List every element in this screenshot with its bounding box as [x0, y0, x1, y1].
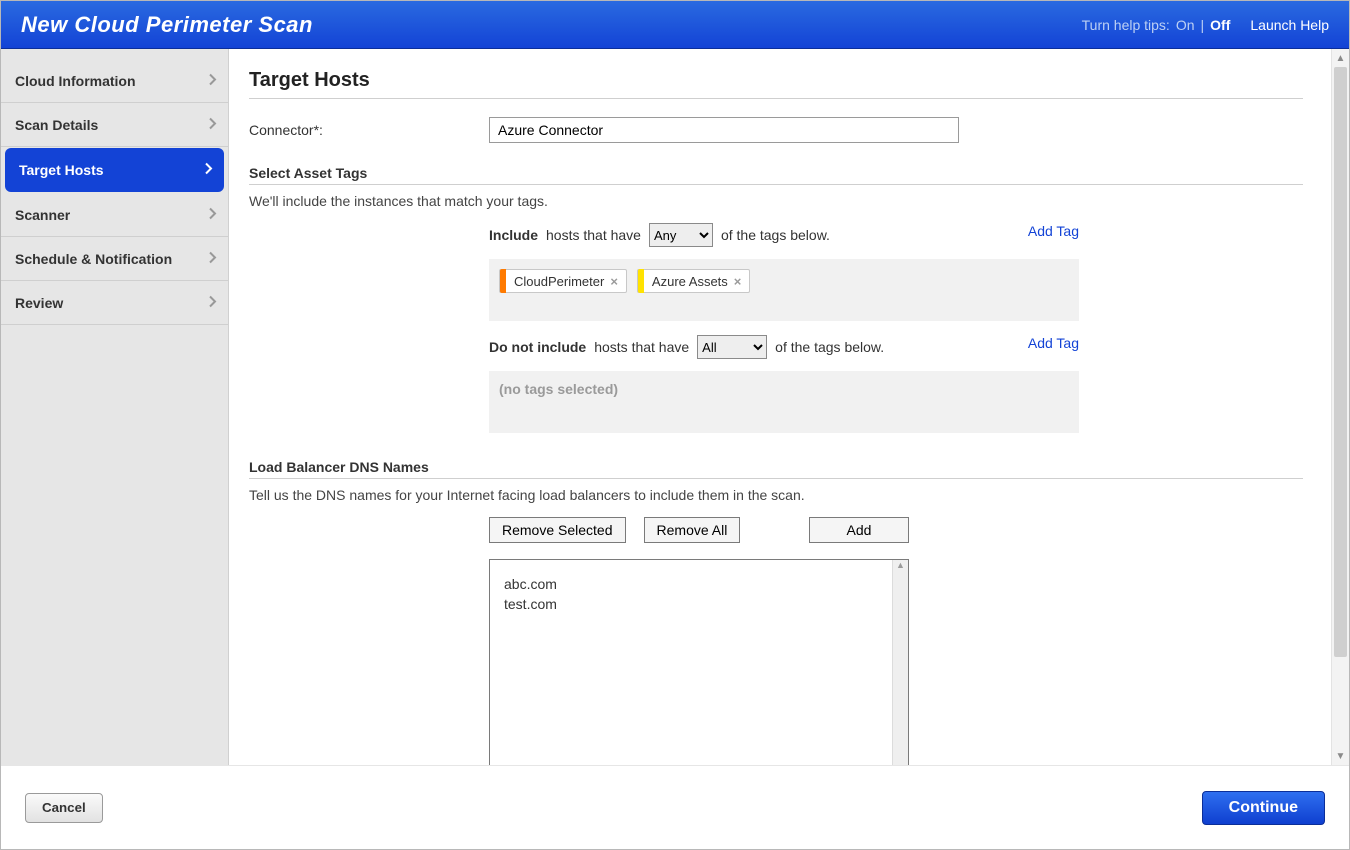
exclude-prefix-rest: hosts that have [594, 339, 689, 355]
sidebar-item-label: Cloud Information [15, 73, 136, 89]
include-prefix-bold: Include [489, 227, 538, 243]
page-title: Target Hosts [249, 69, 1303, 92]
sidebar-item-label: Review [15, 295, 63, 311]
help-tips-on[interactable]: On [1176, 17, 1195, 33]
exclude-mode-select[interactable]: All [697, 335, 767, 359]
scroll-thumb[interactable] [1334, 67, 1347, 657]
tag-chip-label: CloudPerimeter [514, 274, 604, 289]
chevron-right-icon [208, 116, 218, 133]
tag-chip-azure-assets[interactable]: Azure Assets × [637, 269, 750, 293]
dns-scrollbar[interactable]: ▲ [892, 560, 908, 765]
chevron-right-icon [208, 72, 218, 89]
asset-tags-desc: We'll include the instances that match y… [249, 193, 1303, 209]
cancel-button[interactable]: Cancel [25, 793, 103, 823]
help-tips-label: Turn help tips: [1082, 17, 1170, 33]
sidebar-item-label: Scan Details [15, 117, 98, 133]
chevron-right-icon [208, 294, 218, 311]
exclude-line: Do not include hosts that have All of th… [489, 335, 884, 359]
sidebar-item-schedule-notification[interactable]: Schedule & Notification [1, 237, 228, 281]
lb-heading: Load Balancer DNS Names [249, 459, 1303, 475]
scroll-down-icon[interactable]: ▼ [1332, 747, 1349, 765]
chevron-right-icon [208, 250, 218, 267]
remove-tag-icon[interactable]: × [610, 274, 618, 289]
chevron-right-icon [208, 206, 218, 223]
tag-chip-label: Azure Assets [652, 274, 728, 289]
divider [249, 98, 1303, 99]
connector-label: Connector*: [249, 122, 489, 138]
scroll-up-icon[interactable]: ▲ [893, 560, 908, 574]
sidebar-item-label: Scanner [15, 207, 70, 223]
include-tags-block: Include hosts that have Any of the tags … [489, 223, 1079, 433]
exclude-add-tag-link[interactable]: Add Tag [1028, 335, 1079, 351]
sidebar-item-scan-details[interactable]: Scan Details [1, 103, 228, 147]
main: Target Hosts Connector*: Select Asset Ta… [229, 49, 1349, 765]
header-title: New Cloud Perimeter Scan [21, 12, 313, 38]
dns-listbox[interactable]: abc.com test.com ▲ [489, 559, 909, 765]
chevron-right-icon [204, 162, 214, 179]
help-tips-separator: | [1201, 17, 1205, 33]
lb-desc: Tell us the DNS names for your Internet … [249, 487, 1303, 503]
lb-section: Load Balancer DNS Names Tell us the DNS … [249, 459, 1303, 765]
sidebar-item-cloud-information[interactable]: Cloud Information [1, 59, 228, 103]
exclude-placeholder: (no tags selected) [499, 381, 618, 397]
sidebar-item-label: Target Hosts [19, 162, 104, 178]
divider [249, 184, 1303, 185]
asset-tags-heading: Select Asset Tags [249, 165, 1303, 181]
include-line: Include hosts that have Any of the tags … [489, 223, 830, 247]
connector-row: Connector*: [249, 117, 1303, 143]
sidebar-item-target-hosts[interactable]: Target Hosts [5, 148, 224, 192]
sidebar: Cloud Information Scan Details Target Ho… [1, 49, 229, 765]
window: New Cloud Perimeter Scan Turn help tips:… [0, 0, 1350, 850]
remove-tag-icon[interactable]: × [734, 274, 742, 289]
tag-color-swatch [500, 269, 506, 293]
divider [249, 478, 1303, 479]
exclude-suffix: of the tags below. [775, 339, 884, 355]
footer: Cancel Continue [1, 765, 1349, 849]
header-right: Turn help tips: On | Off Launch Help [1082, 17, 1329, 33]
add-button[interactable]: Add [809, 517, 909, 543]
launch-help-link[interactable]: Launch Help [1250, 17, 1329, 33]
include-suffix: of the tags below. [721, 227, 830, 243]
remove-selected-button[interactable]: Remove Selected [489, 517, 626, 543]
connector-input[interactable] [489, 117, 959, 143]
tag-chip-cloudperimeter[interactable]: CloudPerimeter × [499, 269, 627, 293]
sidebar-item-scanner[interactable]: Scanner [1, 193, 228, 237]
body: Cloud Information Scan Details Target Ho… [1, 49, 1349, 765]
include-add-tag-link[interactable]: Add Tag [1028, 223, 1079, 239]
sidebar-item-label: Schedule & Notification [15, 251, 172, 267]
main-scrollbar[interactable]: ▲ ▼ [1331, 49, 1349, 765]
lb-button-row: Remove Selected Remove All Add [489, 517, 909, 543]
tag-color-swatch [638, 269, 644, 293]
exclude-tagbox: (no tags selected) [489, 371, 1079, 433]
help-tips-off[interactable]: Off [1210, 17, 1230, 33]
scroll-up-icon[interactable]: ▲ [1332, 49, 1349, 67]
dns-list: abc.com test.com [490, 560, 892, 765]
content: Target Hosts Connector*: Select Asset Ta… [229, 49, 1331, 765]
include-mode-select[interactable]: Any [649, 223, 713, 247]
continue-button[interactable]: Continue [1202, 791, 1325, 825]
sidebar-item-review[interactable]: Review [1, 281, 228, 325]
list-item[interactable]: test.com [504, 594, 878, 614]
header-bar: New Cloud Perimeter Scan Turn help tips:… [1, 1, 1349, 49]
list-item[interactable]: abc.com [504, 574, 878, 594]
exclude-prefix-bold: Do not include [489, 339, 586, 355]
include-prefix-rest: hosts that have [546, 227, 641, 243]
include-tagbox: CloudPerimeter × Azure Assets × [489, 259, 1079, 321]
remove-all-button[interactable]: Remove All [644, 517, 741, 543]
